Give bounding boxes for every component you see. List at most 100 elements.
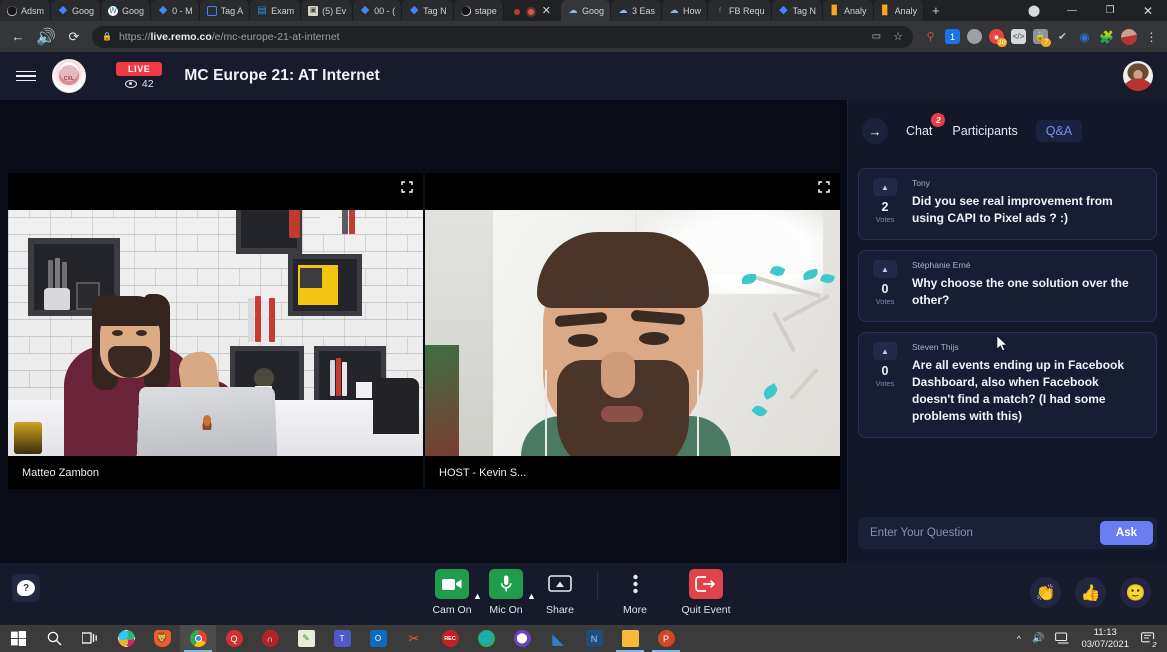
lock-extension-icon[interactable]: 🔒 7 <box>1033 29 1051 47</box>
browser-tab[interactable]: ◆ 00 - ( <box>353 0 403 21</box>
taskbar-app-tag-manager[interactable]: N <box>576 625 612 652</box>
expand-icon[interactable] <box>818 181 830 193</box>
outline-square-icon <box>206 5 217 16</box>
smiley-reaction[interactable]: 🙂 <box>1120 577 1151 608</box>
browser-tab[interactable]: ☁ How <box>661 0 708 21</box>
taskbar-app-acrobat[interactable]: Q <box>216 625 252 652</box>
recording-indicator: ✕ <box>504 6 561 21</box>
browser-tab[interactable]: ◆ Tag N <box>771 0 824 21</box>
taskbar-app-headphones[interactable]: ∩ <box>252 625 288 652</box>
quit-event-button[interactable]: Quit Event <box>666 569 746 616</box>
taskbar-app-powerpoint[interactable]: P <box>648 625 684 652</box>
upvote-button[interactable]: ▲ <box>873 260 897 279</box>
taskbar-app-file-explorer[interactable] <box>612 625 648 652</box>
share-button[interactable]: Share <box>529 569 591 616</box>
search-button[interactable] <box>36 625 72 652</box>
expand-icon[interactable] <box>401 181 413 193</box>
browser-tab[interactable]: ⬤ Adsm <box>0 0 52 21</box>
qa-body: Tony Did you see real improvement from u… <box>912 178 1144 227</box>
tab-participants[interactable]: Participants <box>950 120 1019 142</box>
browser-tab[interactable]: ◆ 0 - M <box>151 0 200 21</box>
collapse-panel-button[interactable]: → <box>862 118 888 144</box>
taskbar-app-github-desktop[interactable]: ⬤ <box>504 625 540 652</box>
tab-label: Adsm <box>21 5 45 16</box>
taskbar-app-slack[interactable] <box>108 625 144 652</box>
clock[interactable]: 11:13 03/07/2021 <box>1081 627 1129 649</box>
new-tab-button[interactable]: + <box>924 3 948 21</box>
ask-button[interactable]: Ask <box>1099 521 1153 545</box>
vote-count: 0 <box>881 282 889 297</box>
browser-tab[interactable]: ☁ 3 Eas <box>610 0 662 21</box>
taskbar-app-scissors[interactable]: ✂ <box>396 625 432 652</box>
start-button[interactable] <box>0 625 36 652</box>
tray-expand-icon[interactable]: ^ <box>1017 634 1021 644</box>
browser-tab[interactable]: ◆ Goog <box>51 0 102 21</box>
browser-tab[interactable]: ▊ Analy <box>823 0 874 21</box>
checkmark-icon[interactable]: ✔ <box>1055 29 1070 44</box>
video-tile[interactable]: HOST - Kevin S... <box>425 173 840 489</box>
taskbar-app-outlook[interactable]: O <box>360 625 396 652</box>
profile-avatar[interactable] <box>1121 28 1137 45</box>
address-bar[interactable]: 🔒 https://live.remo.co/e/mc-europe-21-at… <box>92 25 913 48</box>
browser-tab[interactable]: ⬤ stape <box>453 0 504 21</box>
record-active-dot-icon <box>527 8 534 15</box>
tab-chat[interactable]: Chat 2 <box>904 113 946 142</box>
notifications-button[interactable]: 2 <box>1140 630 1160 650</box>
more-dots-icon <box>618 569 652 599</box>
taskbar-app-vscode[interactable]: ◣ <box>540 625 576 652</box>
browser-tab[interactable]: ▤ Exam <box>250 0 302 21</box>
more-button[interactable]: More <box>604 569 666 616</box>
video-tile[interactable]: Matteo Zambon <box>8 173 423 489</box>
clap-reaction[interactable]: 👏 <box>1030 577 1061 608</box>
tag-assistant-icon[interactable]: ⚲ <box>923 29 938 44</box>
analytics-icon: ▊ <box>831 5 839 15</box>
browser-tab[interactable]: ▊ Analy <box>873 0 925 21</box>
video-icon[interactable]: ▭ <box>872 31 881 42</box>
close-tab-icon[interactable]: ✕ <box>542 6 551 17</box>
minimize-button[interactable]: — <box>1053 0 1091 21</box>
taskbar-app-chrome[interactable] <box>180 625 216 652</box>
code-icon[interactable]: </> <box>1011 29 1026 44</box>
chrome-menu-icon[interactable]: ⋮ <box>1144 29 1159 44</box>
blue-box-icon[interactable]: 1 <box>945 29 960 44</box>
taskbar-app-globe[interactable]: 🌐 <box>468 625 504 652</box>
task-view-button[interactable] <box>72 625 108 652</box>
upvote-button[interactable]: ▲ <box>873 342 897 361</box>
browser-tab[interactable]: W Goog <box>101 0 152 21</box>
qa-body: Stéphanie Erné Why choose the one soluti… <box>912 260 1144 309</box>
network-icon[interactable] <box>1055 632 1070 645</box>
star-icon[interactable]: ☆ <box>893 30 903 43</box>
puzzle-icon[interactable]: 🧩 <box>1099 29 1114 44</box>
blue-ring-icon[interactable]: ◉ <box>1077 29 1092 44</box>
taskbar-app-teams[interactable]: T <box>324 625 360 652</box>
eye-icon <box>124 80 137 88</box>
taskbar-app-brave[interactable]: 🦁 <box>144 625 180 652</box>
close-window-button[interactable]: ✕ <box>1129 0 1167 21</box>
browser-tab[interactable]: ◆ Tag N <box>402 0 454 21</box>
taskbar-app-notepad[interactable]: ✎ <box>288 625 324 652</box>
hamburger-icon[interactable] <box>0 70 52 82</box>
notification-icon[interactable]: ● 10 <box>989 29 1007 47</box>
question-input[interactable] <box>870 527 1100 539</box>
maximize-button[interactable]: ❐ <box>1091 0 1129 21</box>
browser-tab-active[interactable]: ☁ Goog <box>560 0 611 21</box>
tab-qa[interactable]: Q&A <box>1035 120 1083 142</box>
browser-tab[interactable]: f FB Requ <box>708 0 772 21</box>
thumbs-up-reaction[interactable]: 👍 <box>1075 577 1106 608</box>
back-button[interactable]: ← <box>8 27 28 47</box>
upvote-button[interactable]: ▲ <box>873 178 897 196</box>
browser-tab[interactable]: ▣ (5) Ev <box>301 0 354 21</box>
qa-card[interactable]: ▲ 0 Votes Stéphanie Erné Why choose the … <box>858 250 1157 323</box>
volume-icon[interactable]: 🔊 <box>1032 633 1044 644</box>
tab-label: stape <box>474 5 497 16</box>
tab-label: Tag N <box>792 5 817 16</box>
grey-circle-icon[interactable] <box>967 29 982 44</box>
video-feed <box>8 210 423 456</box>
browser-tab[interactable]: Tag A <box>199 0 251 21</box>
reload-button[interactable]: ⟳ <box>64 27 84 47</box>
office-chair <box>373 378 419 434</box>
user-avatar[interactable] <box>1123 61 1153 91</box>
qa-card[interactable]: ▲ 2 Votes Tony Did you see real improvem… <box>858 168 1157 241</box>
profile-pin-icon[interactable]: ⬤ <box>1015 0 1053 21</box>
taskbar-app-recorder[interactable]: REC <box>432 625 468 652</box>
